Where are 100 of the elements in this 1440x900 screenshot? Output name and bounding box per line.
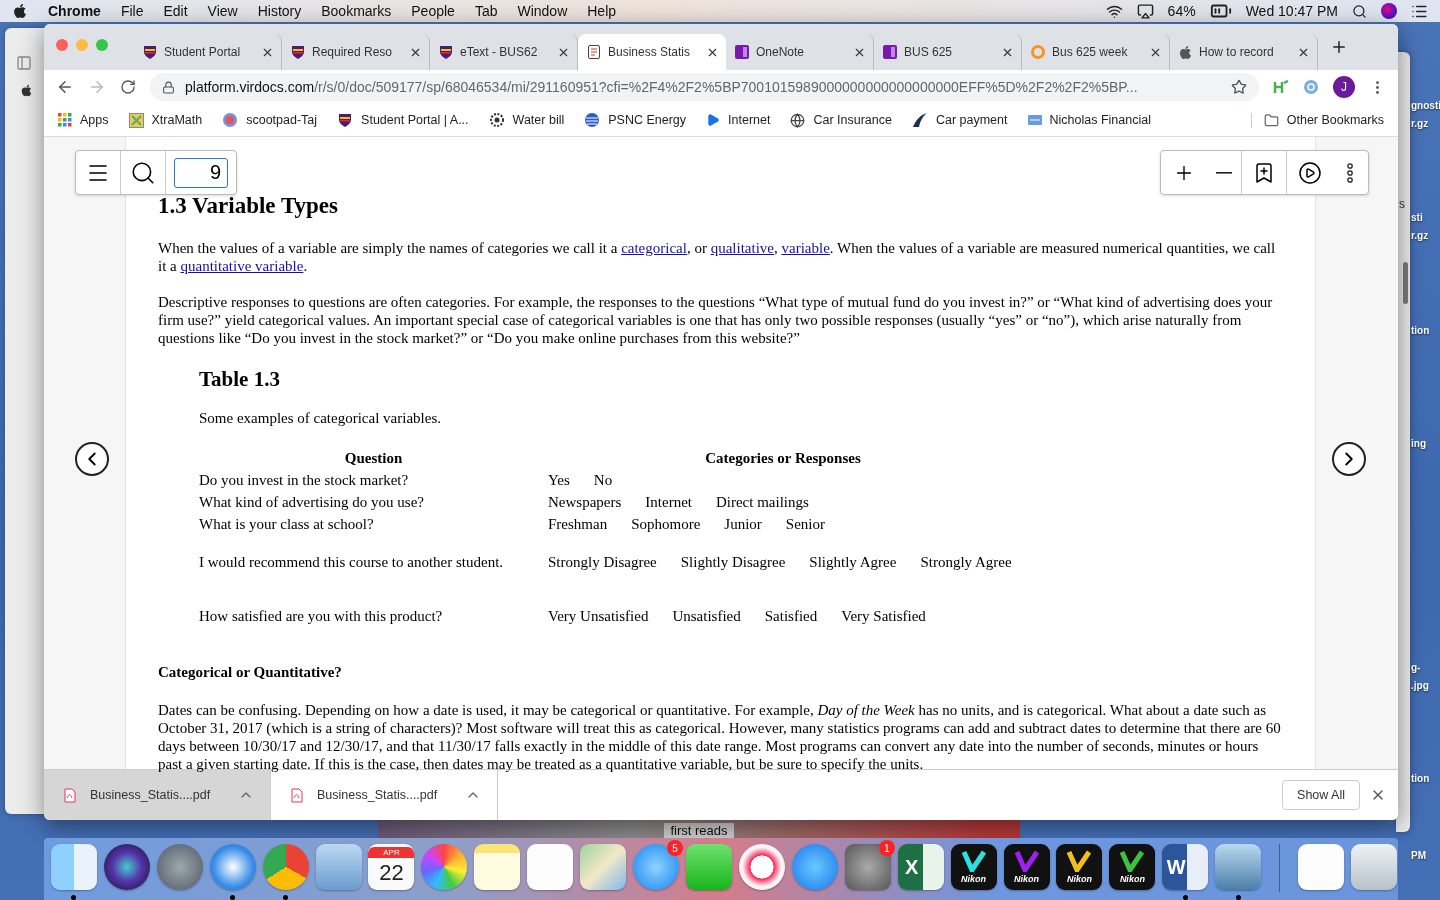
app-tile-icon[interactable]: Nikon [950, 844, 997, 890]
airplay-icon[interactable] [1136, 2, 1154, 20]
badge-icon [222, 112, 239, 128]
menu-item[interactable]: File [120, 3, 144, 19]
column-header: Question [343, 449, 404, 468]
app-letter: W [1166, 855, 1186, 879]
pdf-file-icon [291, 787, 303, 803]
calendar-month: APR [368, 846, 415, 858]
table-cell-text: I would recommend this course to another student. [199, 553, 505, 572]
search-icon[interactable] [1352, 3, 1367, 19]
bookmark[interactable]: Car payment [911, 112, 1008, 128]
bookmark[interactable]: scootpad-Taj [222, 112, 318, 128]
sidebar-icon[interactable] [16, 55, 32, 71]
table-cell-text: How satisfied are you with this product? [199, 607, 444, 626]
menu-item[interactable]: Chrome [48, 3, 101, 19]
menu-item[interactable]: Window [517, 3, 568, 19]
bookmark[interactable]: XtraMath [128, 112, 203, 128]
menu-item[interactable]: Help [587, 3, 617, 19]
profile-avatar[interactable]: J [1333, 76, 1355, 98]
star-icon[interactable] [1231, 79, 1247, 95]
desktop-file-label[interactable]: gnosti [1411, 100, 1440, 111]
document-app-icon[interactable]: W [1162, 844, 1209, 890]
desktop-file-label[interactable]: tion [1411, 773, 1430, 784]
bookmark[interactable]: Nicholas Financial [1027, 113, 1151, 127]
next-page-button[interactable] [1332, 442, 1366, 476]
app-tile-icon[interactable]: Nikon [1056, 844, 1103, 890]
bookmark[interactable]: Internet [706, 113, 771, 127]
notebook-icon [734, 44, 750, 60]
link[interactable]: categorical [621, 240, 687, 256]
table-cell-text: Internet [645, 493, 692, 512]
notepad-icon[interactable] [474, 844, 521, 890]
apple-icon[interactable] [12, 3, 28, 19]
menu-clock[interactable]: Wed 10:47 PM [1245, 3, 1338, 19]
window-text: s [1399, 197, 1405, 211]
table-cell-text: Very Satisfied [841, 607, 926, 626]
orb-icon[interactable] [103, 844, 150, 890]
menu-item[interactable]: View [207, 3, 238, 19]
desktop-file-label[interactable]: ing [1411, 438, 1426, 449]
notification-badge: 1 [878, 840, 895, 856]
calendar-icon[interactable]: APR 22 [368, 844, 415, 890]
paragraph: When the values of a variable are simply the names of categories we call it a categorical, or qualitative, variable. When the values of a variable are measured numerical quantities, we call it a quantitative variable. [158, 239, 1277, 275]
desktop-file-label[interactable]: r.gz [1411, 230, 1429, 241]
orb-icon[interactable] [1381, 3, 1397, 19]
back-icon[interactable] [56, 78, 74, 96]
pdf-file-icon [64, 787, 76, 803]
play-icon [706, 113, 721, 127]
table-cell-text: Yes [548, 471, 570, 490]
browser-tab[interactable]: Business Statis [578, 34, 726, 70]
table-cell-text: Slightly Disagree [680, 553, 786, 572]
desktop-file-label[interactable]: sti [1411, 212, 1423, 223]
bookmark[interactable]: Apps [58, 113, 109, 127]
table-cell-text: Sophomore [631, 515, 701, 534]
tile-emblem-icon [1066, 850, 1093, 872]
reload-icon[interactable] [120, 79, 136, 95]
new-tab-icon[interactable] [1330, 38, 1348, 56]
table-cell-text: Satisfied [764, 607, 818, 626]
window-text: first reads [664, 823, 734, 838]
desktop-file-label[interactable]: PM [1411, 850, 1426, 861]
app-tile-icon[interactable]: Nikon [1109, 844, 1156, 890]
app-letter: X [905, 855, 919, 879]
desktop-file-label[interactable]: r.gz [1411, 118, 1429, 129]
table-cell-text: What is your class at school? [199, 515, 375, 534]
globe-icon [790, 112, 806, 128]
bookmark[interactable]: PSNC Energy [584, 112, 687, 128]
more-icon [1347, 162, 1353, 183]
apple-icon [20, 84, 33, 97]
link[interactable]: variable [781, 240, 830, 256]
flower-icon[interactable] [421, 844, 468, 890]
ring-icon [1030, 44, 1046, 60]
desktop-file-label[interactable]: .jpg [1411, 680, 1429, 691]
menu-item[interactable]: Edit [163, 3, 188, 19]
show-all-button[interactable]: Show All [1282, 780, 1360, 810]
lock-icon [162, 80, 175, 94]
menu-item[interactable]: History [257, 3, 302, 19]
app-tile-label: Nikon [1119, 874, 1145, 884]
address-bar[interactable]: platform.virdocs.com/r/s/0/doc/509177/sp/68046534/mi/291160951?cfi=%2F4%2F2%5BP7001015989000000000000000000EFF%5D%2F2%2F2%5BP... [150, 73, 1259, 101]
table-cell-text: Do you invest in the stock market? [199, 471, 410, 490]
spreadsheet-icon[interactable]: X [897, 844, 944, 890]
table-cell-text: Slightly Agree [809, 553, 897, 572]
link[interactable]: qualitative [710, 240, 774, 256]
tile-emblem-icon [1119, 850, 1146, 872]
desktop-file-label[interactable]: g- [1411, 662, 1421, 673]
bookmark[interactable]: Car Insurance [790, 112, 892, 128]
menu-item[interactable]: People [411, 3, 455, 19]
calendar-day: 22 [379, 857, 404, 888]
desktop-file-label[interactable]: tion [1411, 325, 1430, 336]
bookmark[interactable]: Water bill [488, 112, 565, 128]
shield-icon [438, 44, 454, 60]
crossed-square-icon [128, 112, 144, 128]
menu-item[interactable]: Tab [474, 3, 498, 19]
minus-icon [1215, 171, 1232, 174]
shield-icon [290, 44, 306, 60]
paragraph: Dates can be confusing. Depending on how a date is used, it may be categorical or quantitative. For example, Day of the Week has no units, and is categorical. What about a date such as October 31, 2017 (which is a string of characters)? Most software will treat this as categorical. However, many statistics programs can add and subtract dates to determine that there are 60 days between 10/30/17 and 12/30/17, and that 11/30/17 falls exactly in the middle of this date range. Most programs can convert any date into the number of seconds, minutes or hours past a given starting date. If this is the case, then dates may be treated as a quantitative variable, but be sure to specify the units. [158, 701, 1282, 773]
bookmark[interactable]: Student Portal | A... [337, 112, 469, 128]
table-cell-text: Unsatisfied [672, 607, 741, 626]
page-number-field[interactable]: 9 [174, 157, 228, 188]
bookmark[interactable]: Other Bookmarks [1250, 112, 1384, 128]
previous-page-button[interactable] [75, 442, 109, 476]
app-tile-icon[interactable]: Nikon [1003, 844, 1050, 890]
menu-item[interactable]: Bookmarks [321, 3, 392, 19]
